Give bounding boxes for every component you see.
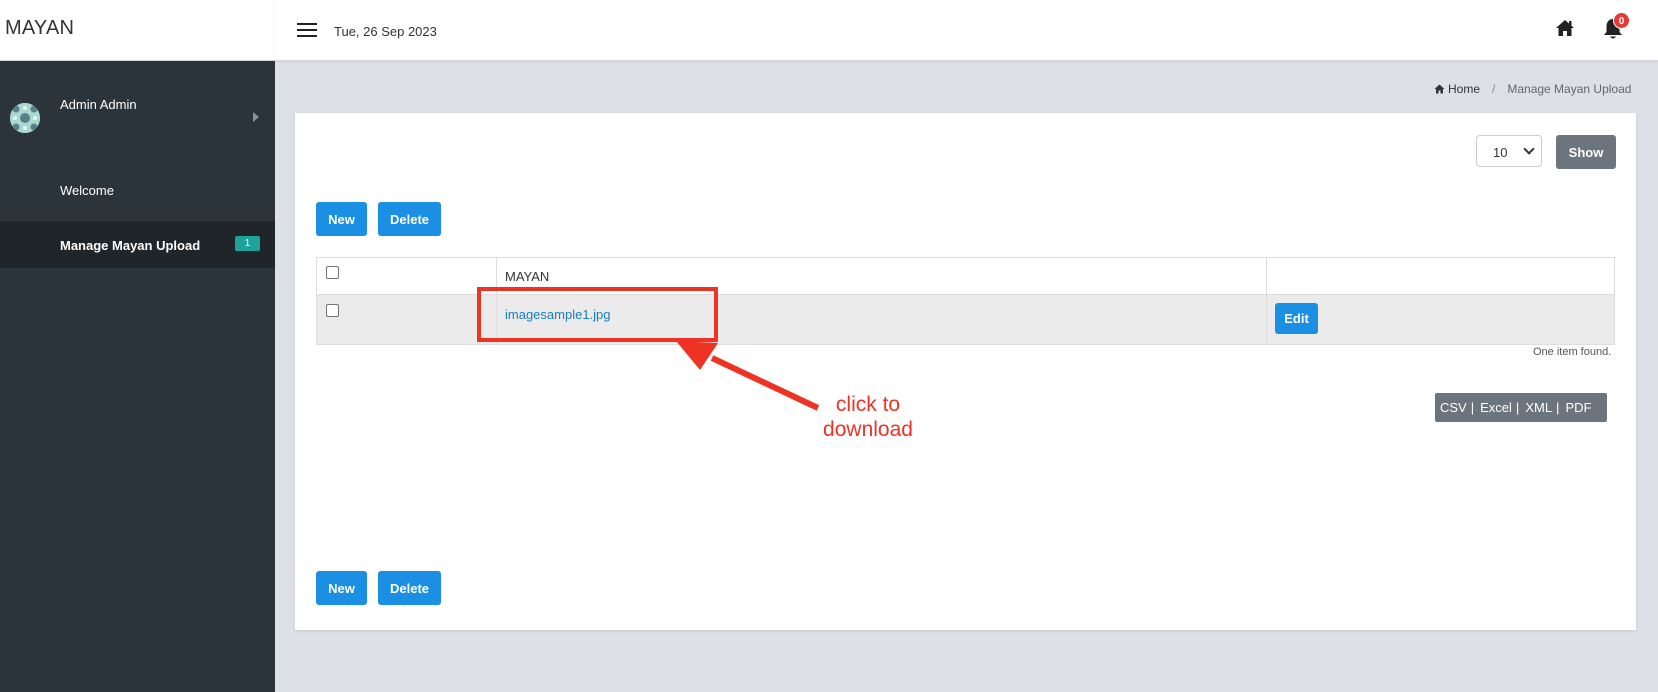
delete-button[interactable]: Delete [378,202,441,236]
column-header-mayan[interactable]: MAYAN [505,269,549,284]
sidebar: Admin Admin Welcome Manage Mayan Upload … [0,61,275,692]
top-bar: Tue, 26 Sep 2023 0 [275,0,1658,61]
sidebar-count-badge: 1 [235,236,260,251]
show-button[interactable]: Show [1556,135,1616,169]
edit-button[interactable]: Edit [1275,303,1318,334]
select-all-checkbox[interactable] [326,266,339,279]
annotation-line: click to [835,393,901,416]
user-name[interactable]: Admin Admin [60,97,137,112]
export-bar: CSV | Excel | XML | PDF [1435,393,1607,422]
content-panel [295,113,1636,630]
hamburger-menu-icon[interactable] [297,23,317,39]
home-icon[interactable] [1555,18,1575,38]
breadcrumb-separator: / [1492,82,1496,96]
notification-badge: 0 [1613,12,1630,29]
row-checkbox[interactable] [326,304,339,317]
sidebar-item-label: Welcome [60,183,114,198]
export-separator: | [1556,400,1560,415]
brand-title[interactable]: MAYAN [5,17,74,40]
sidebar-item-manage-mayan-upload[interactable]: Manage Mayan Upload 1 [0,221,275,268]
breadcrumb-current: Manage Mayan Upload [1507,82,1632,96]
chevron-down-icon [1523,143,1535,155]
sidebar-item-welcome[interactable]: Welcome [0,173,275,209]
export-excel-link[interactable]: Excel [1480,400,1512,415]
home-icon [1434,84,1445,94]
new-button-bottom[interactable]: New [316,571,367,605]
annotation-text: click to download [790,392,946,442]
page-size-value: 10 [1493,145,1508,160]
annotation-line: download [823,418,913,441]
export-separator: | [1515,400,1520,415]
page-size-select[interactable]: 10 [1476,135,1542,167]
export-separator: | [1470,400,1475,415]
current-date: Tue, 26 Sep 2023 [334,24,437,39]
delete-button-bottom[interactable]: Delete [378,571,441,605]
brand-area: MAYAN [0,0,275,61]
annotation-highlight-box [477,287,718,342]
sidebar-item-label: Manage Mayan Upload [60,238,201,253]
export-csv-link[interactable]: CSV [1440,400,1467,415]
caret-right-icon[interactable] [253,112,259,122]
new-button[interactable]: New [316,202,367,236]
breadcrumb: Home / Manage Mayan Upload [1434,82,1631,96]
user-avatar[interactable] [10,103,40,133]
export-xml-link[interactable]: XML [1525,400,1552,415]
export-pdf-link[interactable]: PDF [1565,400,1591,415]
breadcrumb-home-link[interactable]: Home [1448,82,1480,96]
result-count: One item found. [1533,346,1612,358]
